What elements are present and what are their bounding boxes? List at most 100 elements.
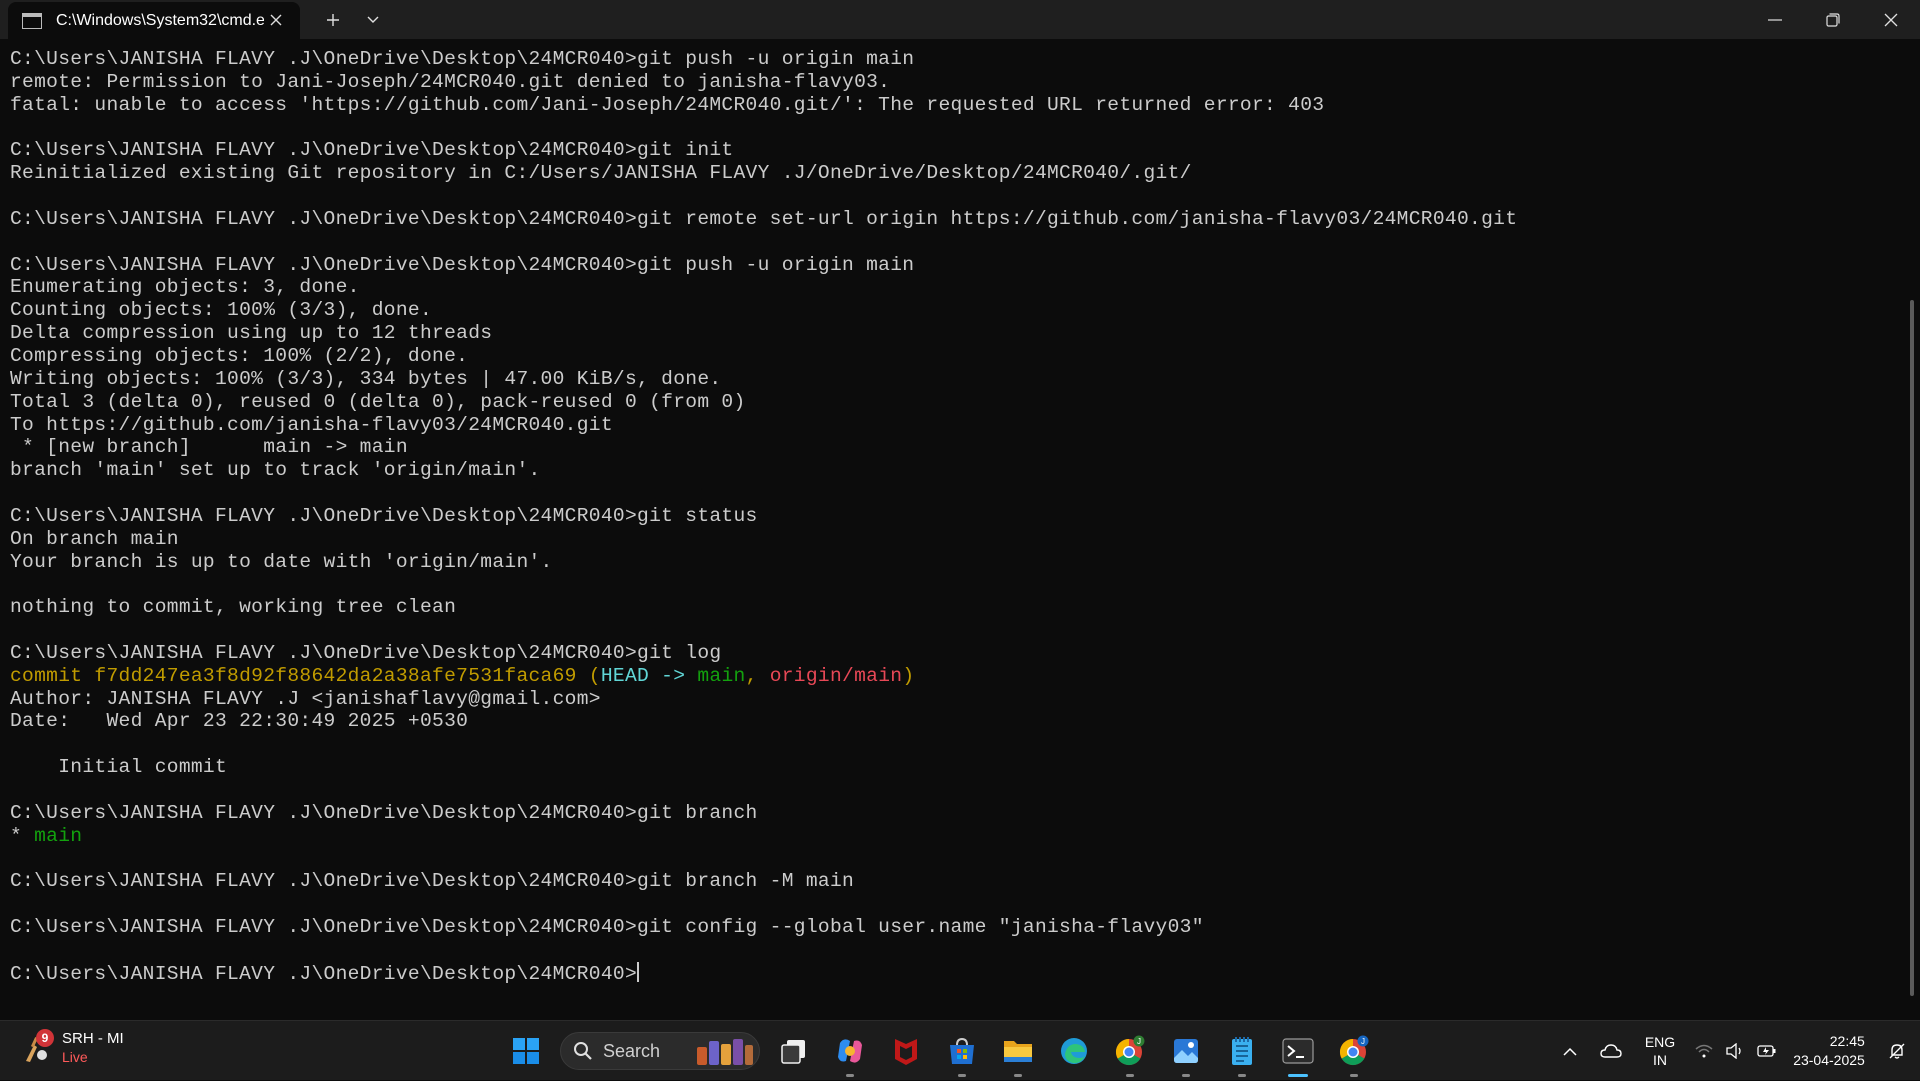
scrollbar[interactable]: [1910, 300, 1914, 996]
volume-icon: [1726, 1043, 1741, 1059]
terminal-line: branch 'main' set up to track 'origin/ma…: [10, 459, 1890, 482]
terminal-line: C:\Users\JANISHA FLAVY .J\OneDrive\Deskt…: [10, 642, 1890, 665]
wifi-icon: [1695, 1044, 1713, 1058]
news-widget[interactable]: 9 SRH - MI Live: [20, 1029, 124, 1067]
terminal-text: C:\Users\JANISHA FLAVY .J\OneDrive\Deskt…: [10, 139, 734, 162]
photos-icon: [1174, 1039, 1198, 1063]
bell-dnd-icon: [1889, 1043, 1905, 1059]
onedrive-icon[interactable]: [1590, 1021, 1632, 1081]
running-indicator: [1288, 1074, 1308, 1077]
start-button[interactable]: [498, 1021, 554, 1081]
edge-icon: [1061, 1038, 1087, 1064]
taskbar-app-mcafee[interactable]: [878, 1021, 934, 1081]
terminal-text: origin/main: [769, 664, 903, 687]
terminal-text: To https://github.com/janisha-flavy03/24…: [10, 413, 613, 436]
terminal-text: C:\Users\JANISHA FLAVY .J\OneDrive\Deskt…: [10, 962, 638, 985]
new-tab-button[interactable]: [310, 0, 356, 39]
title-bar: C:\Windows\System32\cmd.e: [0, 0, 1920, 39]
close-window-button[interactable]: [1862, 0, 1920, 39]
taskbar-app-notepad[interactable]: [1214, 1021, 1270, 1081]
terminal-text: C:\Users\JANISHA FLAVY .J\OneDrive\Deskt…: [10, 207, 1518, 230]
chevron-up-icon: [1563, 1047, 1577, 1056]
notepad-icon: [1232, 1037, 1252, 1065]
terminal-line: Writing objects: 100% (3/3), 334 bytes |…: [10, 368, 1890, 391]
terminal-text: Total 3 (delta 0), reused 0 (delta 0), p…: [10, 390, 746, 413]
terminal-line: On branch main: [10, 528, 1890, 551]
running-indicator: [1350, 1074, 1358, 1077]
restore-button[interactable]: [1804, 0, 1862, 39]
terminal-output[interactable]: C:\Users\JANISHA FLAVY .J\OneDrive\Deskt…: [10, 48, 1890, 1016]
terminal-text: On branch main: [10, 527, 179, 550]
chrome-icon: J: [1339, 1035, 1369, 1066]
terminal-line: C:\Users\JANISHA FLAVY .J\OneDrive\Deskt…: [10, 802, 1890, 825]
terminal-text: C:\Users\JANISHA FLAVY .J\OneDrive\Deskt…: [10, 504, 758, 527]
terminal-text: nothing to commit, working tree clean: [10, 596, 457, 619]
taskbar-app-file-explorer[interactable]: [990, 1021, 1046, 1081]
taskbar-app-chrome[interactable]: J: [1326, 1021, 1382, 1081]
taskbar-app-terminal[interactable]: [1270, 1021, 1326, 1081]
clock-date: 23-04-2025: [1793, 1052, 1865, 1068]
tab-cmd[interactable]: C:\Windows\System32\cmd.e: [8, 2, 300, 39]
widget-title: SRH - MI: [62, 1030, 124, 1047]
notification-badge: 9: [36, 1029, 54, 1047]
terminal-text: HEAD ->: [600, 664, 698, 687]
notifications-button[interactable]: [1882, 1021, 1912, 1081]
copilot-icon: [838, 1039, 862, 1063]
tab-title: C:\Windows\System32\cmd.e: [56, 11, 264, 29]
clock-time: 22:45: [1829, 1033, 1865, 1049]
system-status-button[interactable]: [1688, 1021, 1784, 1081]
terminal-text: Delta compression using up to 12 threads: [10, 322, 493, 345]
terminal-text: Writing objects: 100% (3/3), 334 bytes |…: [10, 367, 722, 390]
show-hidden-icons-button[interactable]: [1550, 1021, 1590, 1081]
terminal-line: C:\Users\JANISHA FLAVY .J\OneDrive\Deskt…: [10, 505, 1890, 528]
terminal-text: *: [10, 824, 35, 847]
running-indicator: [846, 1074, 854, 1077]
clock[interactable]: 22:45 23-04-2025: [1784, 1021, 1874, 1081]
taskbar-app-chrome-profile[interactable]: J: [1102, 1021, 1158, 1081]
close-tab-icon[interactable]: [266, 10, 286, 30]
terminal-text: ,: [745, 664, 770, 687]
taskbar-app-copilot[interactable]: [822, 1021, 878, 1081]
terminal-text: Reinitialized existing Git repository in…: [10, 162, 1192, 185]
running-indicator: [958, 1074, 966, 1077]
search-highlight-icon: [697, 1039, 753, 1065]
terminal-text: fatal: unable to access 'https://github.…: [10, 93, 1325, 116]
terminal-text: C:\Users\JANISHA FLAVY .J\OneDrive\Deskt…: [10, 641, 722, 664]
taskbar-app-microsoft-store[interactable]: [934, 1021, 990, 1081]
running-indicator: [1238, 1074, 1246, 1077]
file-explorer-icon: [1004, 1041, 1032, 1062]
terminal-text: C:\Users\JANISHA FLAVY .J\OneDrive\Deskt…: [10, 801, 758, 824]
terminal-text: C:\Users\JANISHA FLAVY .J\OneDrive\Deskt…: [10, 916, 1204, 939]
terminal-text: Your branch is up to date with 'origin/m…: [10, 550, 553, 573]
terminal-text: C:\Users\JANISHA FLAVY .J\OneDrive\Deskt…: [10, 48, 915, 70]
minimize-button[interactable]: [1746, 0, 1804, 39]
terminal-line: C:\Users\JANISHA FLAVY .J\OneDrive\Deskt…: [10, 916, 1890, 939]
language-indicator[interactable]: ENG IN: [1632, 1021, 1688, 1081]
task-view-icon: [781, 1040, 805, 1064]
lang-region: IN: [1653, 1052, 1667, 1068]
cricket-widget-icon: 9: [20, 1029, 54, 1065]
taskbar-app-photos[interactable]: [1158, 1021, 1214, 1081]
windows-logo-icon: [513, 1038, 539, 1064]
terminal-line: C:\Users\JANISHA FLAVY .J\OneDrive\Deskt…: [10, 254, 1890, 277]
search-box[interactable]: Search: [560, 1032, 760, 1070]
running-indicator: [1126, 1074, 1134, 1077]
taskbar-app-task-view[interactable]: [766, 1021, 822, 1081]
terminal-line: commit f7dd247ea3f8d92f88642da2a38afe753…: [10, 665, 1890, 688]
terminal-line: Compressing objects: 100% (2/2), done.: [10, 345, 1890, 368]
terminal-text: main: [34, 824, 83, 847]
terminal-line: Counting objects: 100% (3/3), done.: [10, 299, 1890, 322]
terminal-line: Date: Wed Apr 23 22:30:49 2025 +0530: [10, 710, 1890, 733]
tab-dropdown-button[interactable]: [356, 0, 390, 39]
terminal-text: Compressing objects: 100% (2/2), done.: [10, 344, 469, 367]
taskbar-app-edge[interactable]: [1046, 1021, 1102, 1081]
